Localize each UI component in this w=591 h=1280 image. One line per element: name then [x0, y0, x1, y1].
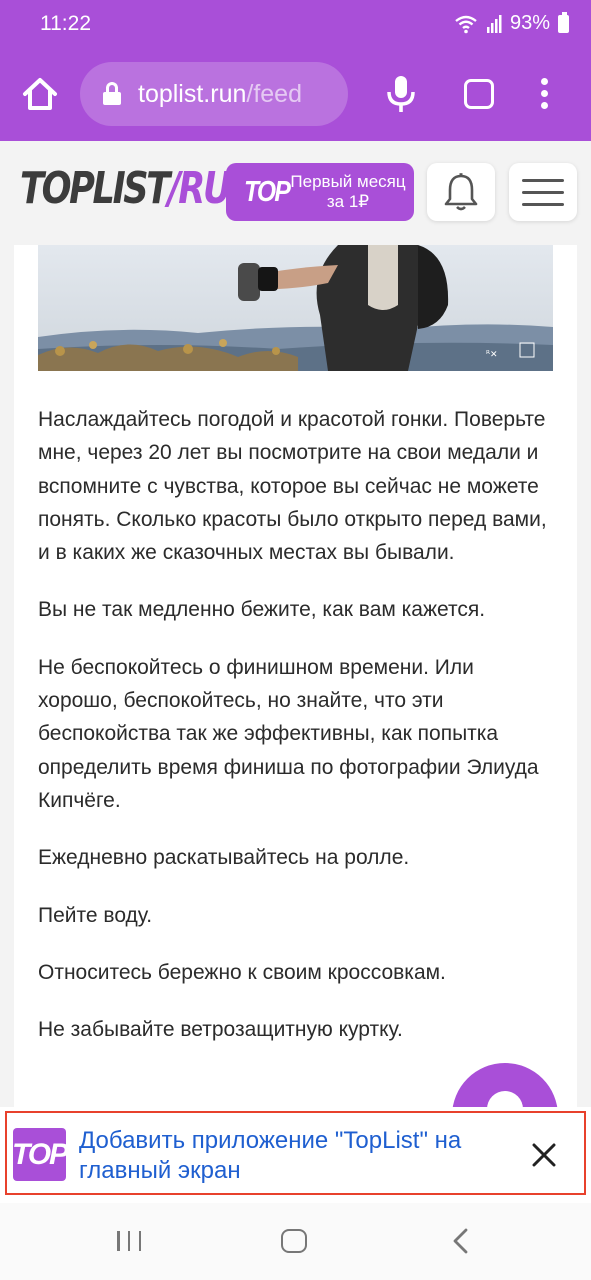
article-content: ᴿ✕ Наслаждайтесь погодой и красотой гонк… — [14, 245, 577, 1107]
promo-logo: TOP — [244, 175, 291, 208]
tabs-icon[interactable] — [464, 79, 494, 109]
status-bar: 11:22 93% — [0, 0, 591, 48]
battery-percent: 93% — [509, 12, 550, 34]
paragraph: Вы не так медленно бежите, как вам кажет… — [38, 598, 486, 622]
article-text: Наслаждайтесь погодой и красотой гонки. … — [38, 403, 558, 1070]
article-image: ᴿ✕ — [38, 245, 553, 371]
status-time: 11:22 — [40, 12, 91, 35]
promo-button[interactable]: TOP Первый месяц за 1₽ — [226, 163, 414, 221]
logo-part1: TOPLIST — [20, 163, 170, 214]
close-icon[interactable] — [530, 1141, 558, 1169]
site-logo[interactable]: TOPLIST/RUN — [20, 163, 259, 214]
home-nav-icon[interactable] — [281, 1229, 307, 1253]
recent-apps-icon[interactable] — [117, 1231, 141, 1251]
paragraph: Не беспокойтесь о финишном времени. Или … — [38, 655, 539, 812]
more-icon[interactable] — [538, 78, 550, 112]
install-banner[interactable]: TOP Добавить приложение "TopList" на гла… — [0, 1107, 591, 1203]
paragraph: Не забывайте ветрозащитную куртку. — [38, 1018, 403, 1042]
lock-icon — [102, 82, 122, 106]
home-icon[interactable] — [20, 74, 60, 114]
system-nav-bar — [0, 1203, 591, 1280]
notifications-button[interactable] — [427, 163, 495, 221]
url-path: /feed — [246, 79, 302, 108]
app-icon: TOP — [12, 1128, 69, 1181]
browser-toolbar: toplist.run/feed — [0, 48, 591, 141]
bell-icon — [444, 173, 478, 211]
wifi-icon — [455, 15, 477, 33]
promo-label: Первый месяц за 1₽ — [290, 172, 406, 211]
site-header: TOPLIST/RUN TOP Первый месяц за 1₽ — [0, 141, 591, 245]
menu-icon[interactable] — [509, 163, 577, 221]
paragraph: Пейте воду. — [38, 903, 153, 927]
mic-icon[interactable] — [384, 74, 418, 114]
install-banner-text[interactable]: Добавить приложение "TopList" на главный… — [79, 1126, 499, 1186]
url-host: toplist.run — [138, 79, 247, 108]
status-icons: 93% — [454, 11, 569, 35]
paragraph: Ежедневно раскатывайтесь на ролле. — [38, 846, 410, 870]
signal-icon — [486, 14, 502, 33]
svg-text:ᴿ✕: ᴿ✕ — [486, 350, 497, 360]
back-icon[interactable] — [450, 1227, 472, 1255]
paragraph: Относитесь бережно к своим кроссовкам. — [38, 960, 446, 984]
battery-icon — [558, 11, 569, 33]
address-bar[interactable]: toplist.run/feed — [80, 62, 348, 126]
paragraph: Наслаждайтесь погодой и красотой гонки. … — [38, 408, 547, 565]
